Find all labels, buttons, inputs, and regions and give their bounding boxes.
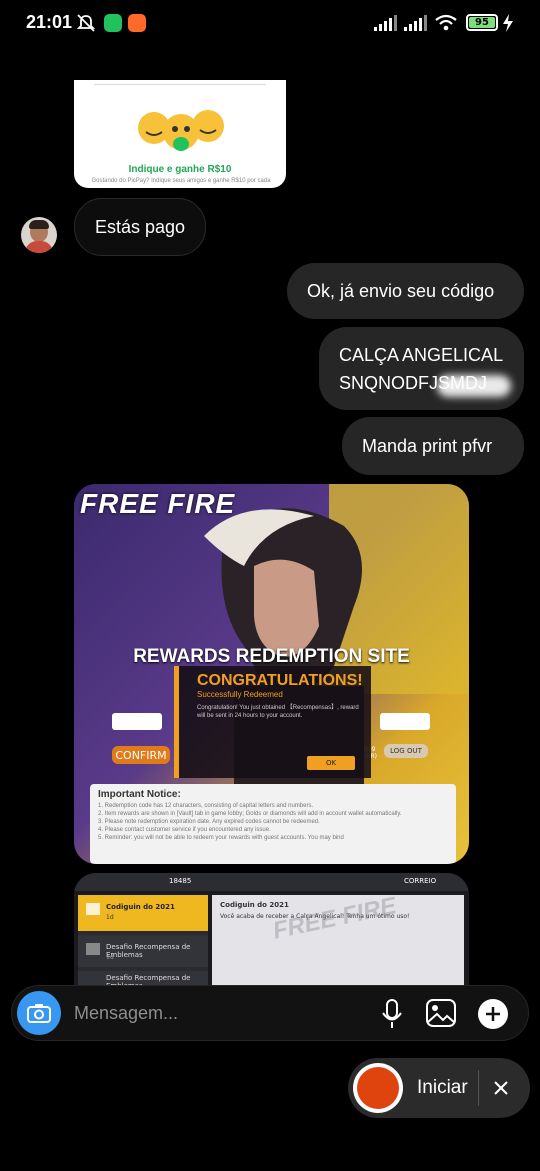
start-recording-label[interactable]: Iniciar: [417, 1077, 468, 1099]
image-message-mail[interactable]: 18485 CORREIO Codiguin do 2021 1d Desafi…: [74, 873, 469, 985]
mail-detail: Codiguin do 2021 Você acaba de receber a…: [212, 892, 464, 985]
notice-panel: Important Notice: 1. Redemption code has…: [90, 784, 456, 864]
game-header-bar: 18485 CORREIO: [74, 873, 469, 891]
mail-item-time: 1d: [106, 914, 114, 921]
notice-line: 4. Please contact customer service if yo…: [98, 827, 271, 833]
shared-post-card[interactable]: Indique e ganhe R$10 Gostando do PicPay?…: [74, 80, 286, 188]
camera-button[interactable]: [17, 991, 61, 1035]
mute-bell-icon: [76, 14, 96, 32]
mail-list: Codiguin do 2021 1d Desafio Recompensa d…: [78, 895, 208, 985]
notice-lines: 1. Redemption code has 12 characters, co…: [98, 802, 448, 842]
divider: [478, 1070, 479, 1106]
site-title: REWARDS REDEMPTION SITE: [133, 646, 410, 667]
post-caption-title: Indique e ganhe R$10: [128, 164, 232, 175]
battery-icon: 95: [466, 14, 498, 31]
confirm-button[interactable]: CONFIRM: [112, 746, 170, 764]
mail-item-title: Codiguin do 2021: [106, 903, 175, 911]
message-sent[interactable]: Manda print pfvr: [342, 417, 524, 475]
message-composer: Mensagem...: [11, 985, 529, 1041]
modal-subtitle: Successfully Redeemed: [197, 690, 283, 699]
message-sent[interactable]: Ok, já envio seu código: [287, 263, 524, 319]
image-message-redemption[interactable]: FREE FIRE REWARDS REDEMPTION SITE CONFIR…: [74, 484, 469, 864]
coins-count: 18485: [169, 877, 192, 885]
emoji-faces-image: [138, 110, 224, 151]
redaction-scribble: [437, 375, 511, 397]
status-bar: 21:01 95: [0, 0, 540, 48]
envelope-icon: [86, 903, 100, 915]
charging-icon: [503, 14, 513, 32]
message-input[interactable]: Mensagem...: [74, 1003, 178, 1024]
message-text: Manda print pfvr: [362, 435, 493, 456]
camera-icon: [27, 1004, 51, 1023]
close-icon[interactable]: [493, 1080, 509, 1096]
modal-text: Congratulation! You just obtained 【Recom…: [197, 705, 359, 719]
gallery-icon[interactable]: [425, 998, 457, 1028]
record-button[interactable]: [353, 1063, 403, 1113]
notice-line: 5. Reminder: you will not be able to red…: [98, 835, 344, 841]
message-text: Estás pago: [95, 216, 186, 237]
signal-icon: [374, 15, 397, 31]
video-app-icon: [128, 14, 146, 32]
plus-icon: [486, 1007, 500, 1021]
avatar[interactable]: [21, 217, 57, 253]
mail-item-title: Desafio Recompensa de Emblemas: [106, 974, 191, 985]
brand-logo: FREE FIRE: [80, 488, 236, 519]
brand-watermark: FREE FIRE: [270, 892, 399, 945]
post-caption-text: Gostando do PicPay? Indique seus amigos …: [91, 178, 271, 184]
chat-app-icon: [104, 14, 122, 32]
mail-item-title: Desafio Recompensa de Emblemas: [106, 943, 191, 959]
notice-line: 2. Item rewards are shown in [Vault] tab…: [98, 811, 402, 817]
code-input[interactable]: [112, 713, 162, 730]
logout-button[interactable]: LOG OUT: [384, 744, 428, 758]
mail-item[interactable]: Desafio Recompensa de Emblemas 1d: [78, 935, 208, 967]
ok-button[interactable]: OK: [307, 756, 355, 770]
mail-detail-title: Codiguin do 2021: [220, 901, 289, 909]
record-dot: [357, 1067, 399, 1109]
mail-item[interactable]: Desafio Recompensa de Emblemas: [78, 971, 208, 985]
account-input[interactable]: [380, 713, 430, 730]
mail-item-active[interactable]: Codiguin do 2021 1d: [78, 895, 208, 931]
notice-line: 1. Redemption code has 12 characters, co…: [98, 803, 314, 809]
divider: [94, 84, 266, 85]
screen-record-pill: Iniciar: [348, 1058, 530, 1118]
microphone-icon[interactable]: [380, 998, 404, 1030]
message-sent-code[interactable]: CALÇA ANGELICAL SNQNODFJSMDJ: [319, 327, 524, 410]
add-button[interactable]: [478, 999, 508, 1029]
message-text: Ok, já envio seu código: [307, 280, 495, 301]
wifi-icon: [435, 14, 457, 31]
success-modal: CONGRATULATIONS! Successfully Redeemed C…: [174, 666, 371, 778]
clock: 21:01: [26, 12, 73, 32]
envelope-icon: [86, 943, 100, 955]
battery-level: 95: [469, 17, 495, 28]
mail-header-label: CORREIO: [404, 877, 437, 885]
modal-title: CONGRATULATIONS!: [197, 672, 363, 689]
signal-icon-2: [404, 15, 427, 31]
message-received[interactable]: Estás pago: [74, 198, 207, 256]
mail-item-time: 1d: [106, 954, 114, 961]
notice-line: 3. Please note redemption expiration dat…: [98, 819, 320, 825]
notice-title: Important Notice:: [98, 789, 181, 800]
